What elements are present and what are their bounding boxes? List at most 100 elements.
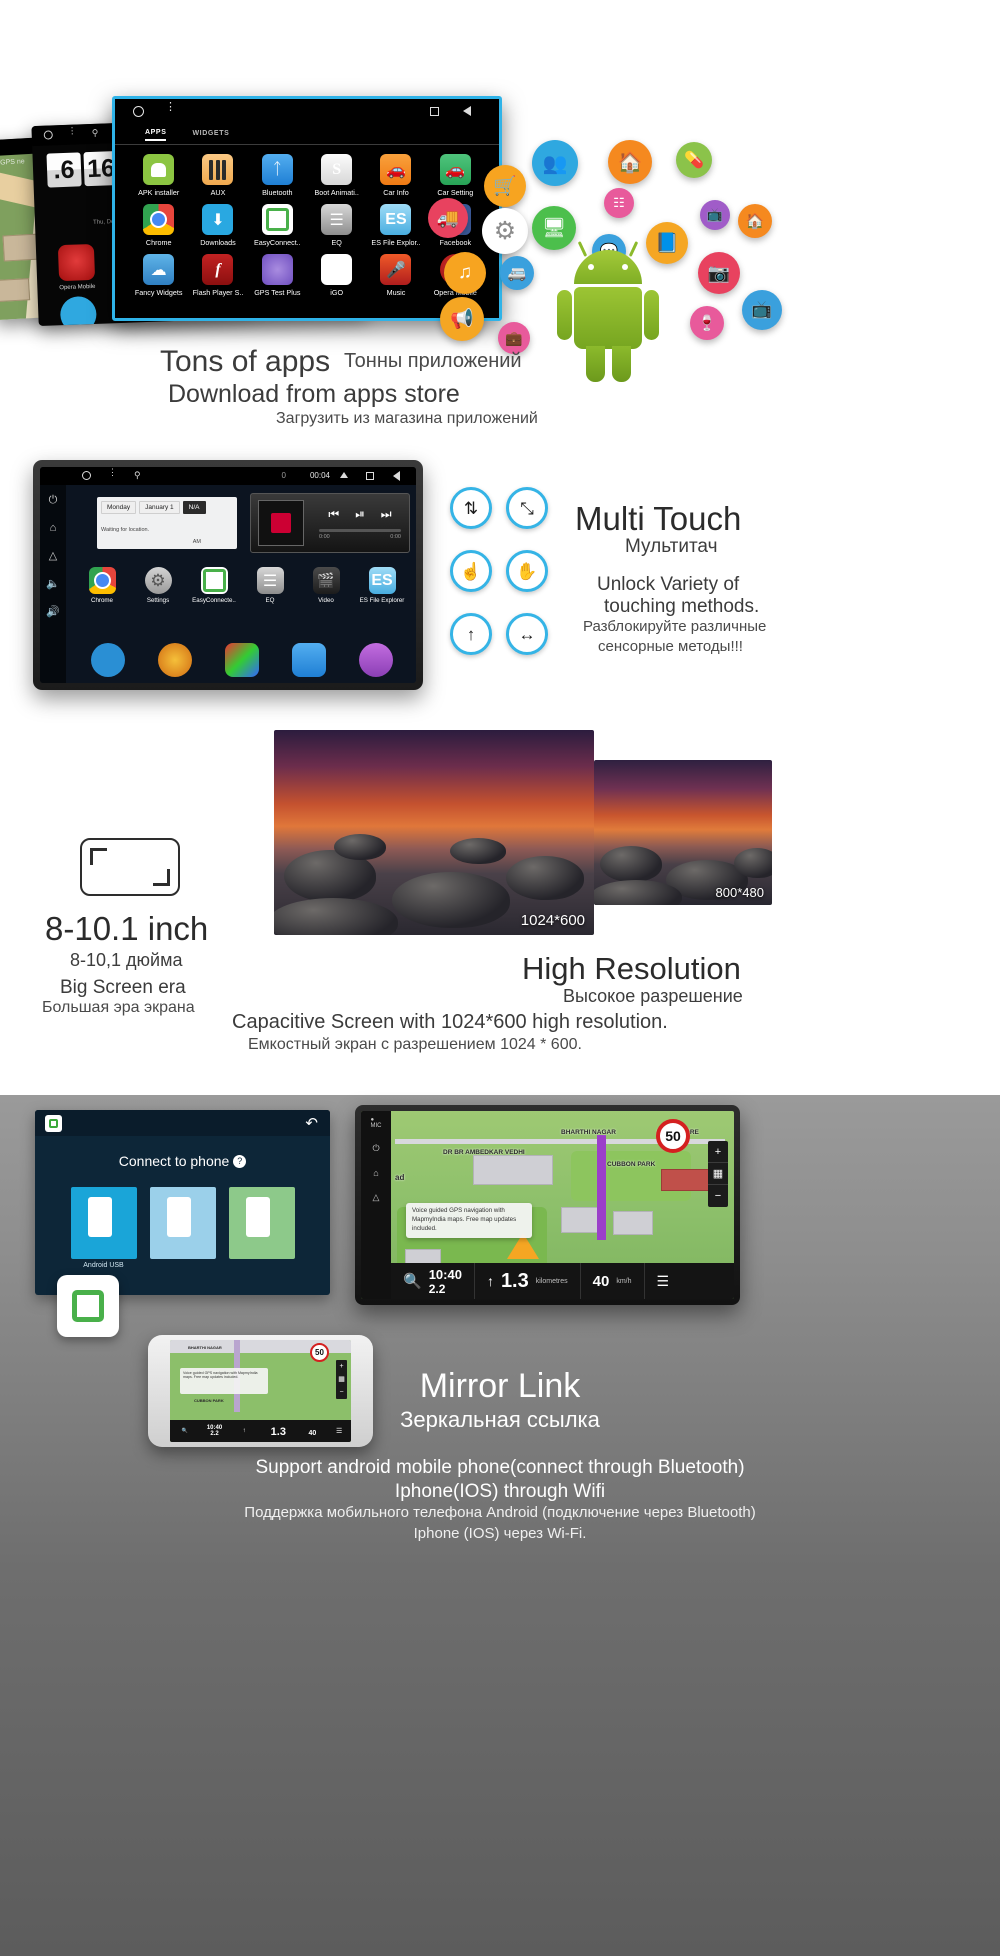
app-eq[interactable]: ☰ EQ [307,204,366,247]
gear-bubble[interactable]: ⚙ [482,208,528,254]
pinch-gesture-icon[interactable]: ↔ [506,613,548,655]
connect-card-wifi[interactable] [149,1187,216,1259]
radio-icon[interactable] [157,643,192,677]
gesture-glyph: ↑ [466,624,476,644]
people-bubble[interactable]: 👥 [532,140,578,186]
cast-bubble[interactable]: 📺 [742,290,782,330]
easyconnect-icon[interactable] [45,1115,62,1132]
media-player-widget[interactable]: ⏮ ⏯ ⏭ 0:00 0:00 [250,493,410,553]
connect-card-usb[interactable] [70,1187,137,1259]
map-block [0,278,31,303]
app-es-file-explorer[interactable]: ES ES File Explorer [354,567,410,604]
volume-up-icon[interactable]: 🔊 [46,605,60,618]
app-chrome[interactable]: Chrome [129,204,188,247]
home-icon[interactable]: ⌂ [50,522,57,534]
back-arrow-icon[interactable]: ↶ [305,1114,318,1132]
search-icon[interactable]: 🔍 [403,1272,422,1290]
app-eq[interactable]: ☰ EQ [242,567,298,604]
clock-weather-widget[interactable]: Monday January 1 N/A Waiting for locatio… [97,497,237,549]
app-boot-animation[interactable]: S Boot Animati.. [307,154,366,197]
app-music[interactable]: 🎤 Music [366,254,425,297]
recent-apps-icon[interactable] [430,107,439,116]
app-gps-test-plus[interactable]: GPS Test Plus [248,254,307,297]
previous-track-icon[interactable]: ⏮ [328,507,339,522]
car-info-icon: 🚗 [380,154,412,185]
next-turn-distance: 1.3 [500,1269,529,1292]
truck-bubble[interactable]: 🚚 [428,198,468,238]
opera-icon[interactable] [57,243,96,282]
gesture-glyph: ↔ [518,624,536,644]
cart-bubble[interactable]: 🛒 [484,165,526,207]
recent-apps-icon[interactable] [366,472,374,480]
app-easyconnect[interactable]: EasyConnect.. [248,204,307,247]
app-video[interactable]: 🎬 Video [298,567,354,604]
press-gesture-icon[interactable]: ☝ [450,550,492,592]
app-bluetooth[interactable]: ᛏ Bluetooth [248,154,307,197]
swipe-up-gesture-icon[interactable]: ↑ [450,613,492,655]
app-flash-player[interactable]: f Flash Player S.. [188,254,247,297]
up-arrow-icon: ↑ [486,1273,494,1289]
navigation-icon[interactable]: △ [373,1192,380,1203]
menu-section[interactable]: ☰ [645,1263,682,1299]
music-bubble[interactable]: ♫ [444,252,486,294]
music-icon[interactable] [359,643,394,677]
megaphone-bubble[interactable]: 📢 [440,297,484,341]
power-icon[interactable]: ⏻ [49,494,58,507]
barcode-bubble[interactable]: ☷ [604,188,634,218]
home-circle-icon[interactable] [133,106,144,117]
mic-icon[interactable]: ● MIC [371,1117,382,1129]
home-icon[interactable]: ⌂ [373,1168,378,1178]
app-easyconnect[interactable]: EasyConnecte.. [186,567,242,604]
app-downloads[interactable]: ⬇ Downloads [188,204,247,247]
home-bubble[interactable]: 🏠 [608,140,652,184]
drag-diagonal-gesture-icon[interactable]: ⤡ [506,487,548,529]
kebab-menu-icon[interactable]: ⋮ [108,468,117,477]
pill-bubble[interactable]: 💊 [676,142,712,178]
volume-down-icon[interactable]: 🔈 [46,577,60,590]
play-pause-icon[interactable]: ⏯ [355,507,365,522]
house2-bubble[interactable]: 🏠 [738,204,772,238]
app-igo[interactable]: iGO iGO [307,254,366,297]
monitor-bubble[interactable]: 🖥 [532,206,576,250]
navigation-icon[interactable]: △ [49,549,57,562]
map-grid-button[interactable]: ▦ [708,1163,728,1185]
search-section[interactable]: 🔍 10:40 2.2 [391,1263,475,1299]
back-arrow-icon[interactable] [463,106,471,116]
home-circle-icon[interactable] [82,471,91,480]
navigation-icon[interactable] [59,295,98,326]
power-icon[interactable]: ⏻ [372,1143,379,1154]
hamburger-menu-icon[interactable]: ☰ [657,1273,670,1290]
bluetooth-icon[interactable] [292,643,327,677]
tv-bubble[interactable]: 📺 [700,200,730,230]
navigation-icon[interactable] [90,643,125,677]
app-chrome[interactable]: Chrome [74,567,130,604]
igo-navigation-icon: iGO [321,254,353,285]
apps-grid-icon[interactable] [224,643,259,677]
app-aux[interactable]: AUX [188,154,247,197]
zoom-out-button[interactable]: − [708,1185,728,1207]
tap-gesture-icon[interactable]: ✋ [506,550,548,592]
high-resolution-title-ru: Высокое разрешение [563,986,743,1006]
tab-apps[interactable]: APPS [145,129,167,141]
zoom-controls[interactable]: + ▦ − [708,1141,728,1207]
camera-bubble[interactable]: 📷 [698,252,740,294]
back-arrow-icon[interactable] [393,471,400,481]
navigation-head-unit: ●MIC ⏻ ⌂ △ BHARTHI NAGAR BANGALORE DR BR… [355,1105,740,1305]
kebab-menu-icon[interactable]: ⋮ [165,102,176,113]
swipe-vertical-gesture-icon[interactable]: ⇅ [450,487,492,529]
wine-bubble[interactable]: 🍷 [690,306,724,340]
app-es-file-explorer[interactable]: ES ES File Explor.. [366,204,425,247]
next-track-icon[interactable]: ⏭ [381,507,392,522]
connect-card-ios[interactable] [228,1187,295,1259]
app-car-info[interactable]: 🚗 Car Info [366,154,425,197]
zoom-in-button[interactable]: + [708,1141,728,1163]
help-icon[interactable]: ? [233,1155,247,1168]
tab-widgets[interactable]: WIDGETS [192,130,229,140]
app-settings[interactable]: ⚙ Settings [130,567,186,604]
app-fancy-widgets[interactable]: ☁ Fancy Widgets [129,254,188,297]
app-car-setting[interactable]: 🚗 Car Setting [426,154,485,197]
mirror-link-body-ru-1: Поддержка мобильного телефона Android (п… [244,1504,756,1521]
app-apk-installer[interactable]: APK installer [129,154,188,197]
van-bubble[interactable]: 🚐 [500,256,534,290]
easyconnect-badge-icon [57,1275,119,1337]
